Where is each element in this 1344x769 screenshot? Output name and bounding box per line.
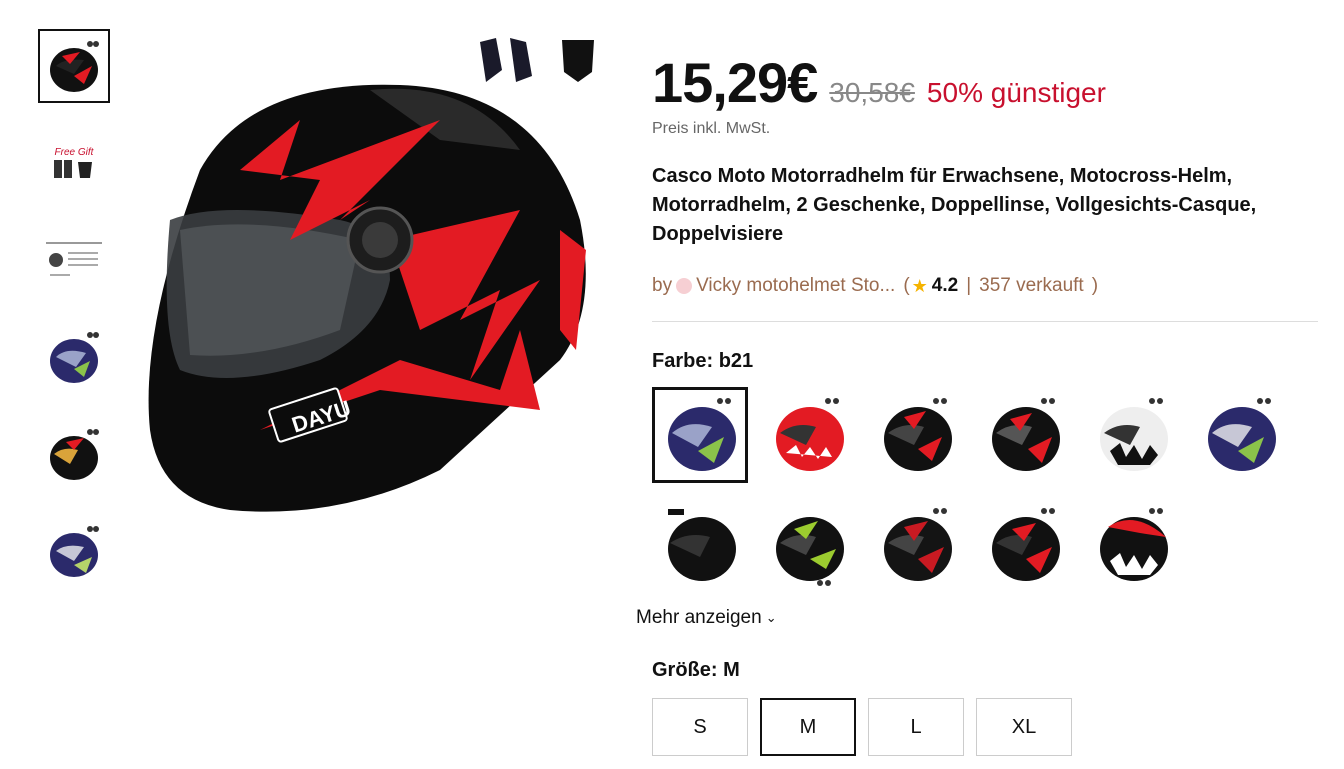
color-swatch-2[interactable] (760, 387, 856, 483)
seller-rating: 4.2 (931, 275, 959, 296)
seller-open-paren: ( (903, 275, 910, 296)
helmet-matte-black-icon (668, 509, 736, 581)
size-label: Größe: M (652, 659, 1320, 682)
seller-by-label: by (652, 275, 673, 296)
helmet-monster-blue-2-icon (1208, 398, 1276, 471)
current-price: 15,29€ (652, 51, 818, 114)
helmet-black-red-4-icon (992, 508, 1060, 581)
gallery-thumbnails: Free Gift (38, 29, 110, 613)
color-swatch-9[interactable] (868, 497, 964, 593)
color-swatch-8[interactable] (760, 497, 856, 593)
helmet-shark-white-icon (1100, 398, 1168, 471)
thumbnail-3[interactable] (40, 225, 108, 295)
seller-row: by Vicky motohelmet Sto... ( ★ 4.2 | 357… (652, 275, 1320, 297)
show-more-colors-button[interactable]: Mehr anzeigen ⌄ (636, 607, 856, 629)
color-swatch-5[interactable] (1084, 387, 1180, 483)
color-swatch-3[interactable] (868, 387, 964, 483)
chevron-down-icon: ⌄ (765, 610, 777, 625)
helmet-black-red-icon (884, 398, 952, 471)
helmet-main-image-icon: DAYU (148, 38, 594, 512)
thumbnail-2[interactable]: Free Gift (40, 128, 108, 198)
color-label-text: Farbe: (652, 350, 714, 372)
seller-separator: | (966, 275, 972, 296)
helmet-blue-thumb-icon (50, 332, 99, 383)
divider (652, 321, 1318, 322)
helmet-black-red-3-icon (884, 508, 952, 581)
color-swatches: Mehr anzeigen ⌄ (636, 387, 1312, 629)
color-selected-value: b21 (718, 350, 754, 372)
store-icon (676, 278, 693, 294)
main-product-image[interactable]: DAYU (140, 30, 610, 530)
mask-gift-icon (562, 40, 594, 82)
size-selected-value: M (723, 659, 740, 681)
thumbnail-6[interactable] (40, 516, 108, 586)
helmet-monster-thumb-icon (50, 526, 99, 577)
seller-sold-count: 357 verkauft (979, 275, 1084, 296)
original-price: 30,58€ (829, 77, 915, 108)
size-option-s[interactable]: S (652, 698, 748, 756)
helmet-black-red-2-icon (992, 398, 1060, 471)
color-swatch-4[interactable] (976, 387, 1072, 483)
color-swatch-b21[interactable] (652, 387, 748, 483)
product-title: Casco Moto Motorradhelm für Erwachsene, … (652, 165, 1257, 245)
helmet-shark-red-icon (776, 398, 844, 471)
price-row: 15,29€ 30,58€ 50% günstiger (652, 50, 1320, 116)
gloves-gift-icon (480, 38, 532, 82)
size-option-m[interactable]: M (760, 698, 856, 756)
size-option-xl[interactable]: XL (976, 698, 1072, 756)
star-icon: ★ (911, 275, 928, 296)
size-label-text: Größe: (652, 659, 718, 681)
color-swatch-11[interactable] (1084, 497, 1180, 593)
tax-note: Preis inkl. MwSt. (652, 120, 771, 137)
gloves-mask-icon (54, 159, 92, 178)
thumbnail-1[interactable] (38, 29, 110, 103)
size-option-l[interactable]: L (868, 698, 964, 756)
helmet-iridium-thumb-icon (50, 429, 99, 480)
discount-badge: 50% günstiger (926, 77, 1106, 108)
helmet-shark-black-red-icon (1100, 508, 1168, 581)
color-swatch-7[interactable] (652, 497, 748, 593)
seller-name-link[interactable]: Vicky motohelmet Sto... (696, 275, 895, 297)
product-info: 15,29€ 30,58€ 50% günstiger Preis inkl. … (636, 50, 1320, 756)
seller-close-paren: ) (1091, 275, 1099, 296)
free-gift-label: Free Gift (54, 146, 94, 158)
helmet-red-thumb-icon (50, 41, 99, 92)
helmet-black-green-icon (776, 517, 844, 586)
color-label: Farbe: b21 (652, 350, 1320, 373)
color-swatch-6[interactable] (1192, 387, 1288, 483)
show-more-label: Mehr anzeigen (636, 607, 762, 628)
thumbnail-5[interactable] (40, 419, 108, 489)
color-swatch-10[interactable] (976, 497, 1072, 593)
size-chart-icon (46, 242, 102, 276)
helmet-monster-blue-icon (668, 398, 736, 471)
thumbnail-4[interactable] (40, 322, 108, 392)
size-options: S M L XL (652, 698, 1320, 756)
